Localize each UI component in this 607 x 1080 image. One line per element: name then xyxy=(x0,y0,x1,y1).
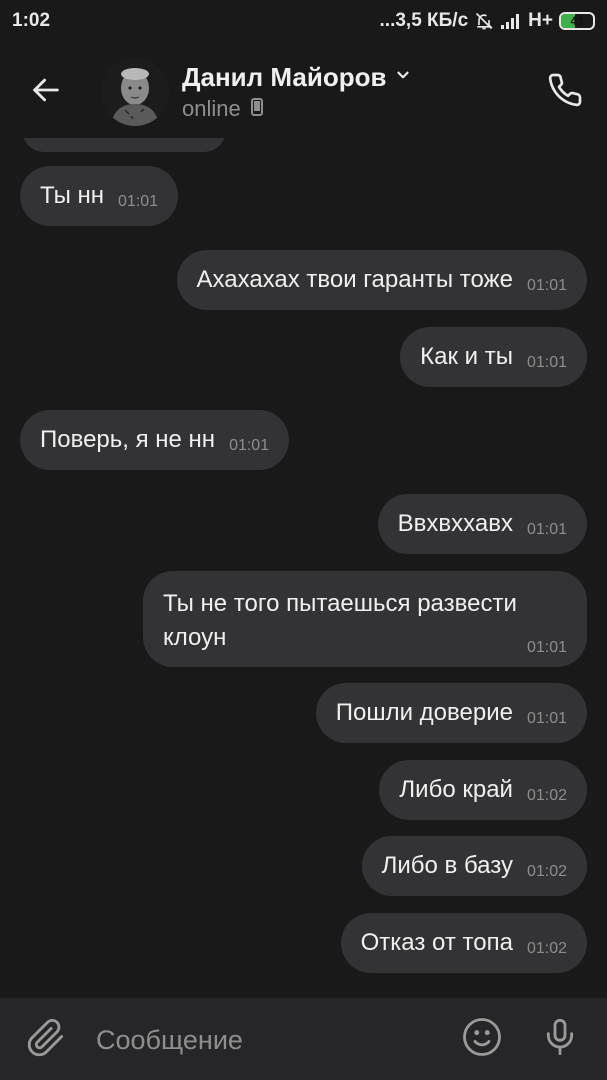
chat-header: Данил Майоров online xyxy=(0,44,607,138)
message-text: Ахахахах твои гаранты тоже xyxy=(196,266,513,293)
smiley-icon xyxy=(461,1016,503,1063)
status-indicators: ...3,5 КБ/с H+ 43 xyxy=(380,10,595,32)
status-bar: 1:02 ...3,5 КБ/с H+ 43 xyxy=(0,0,607,44)
network-type: H+ xyxy=(528,10,553,31)
microphone-icon xyxy=(540,1015,580,1064)
signal-icon xyxy=(500,12,522,30)
back-button[interactable] xyxy=(22,68,70,116)
arrow-left-icon xyxy=(29,73,63,112)
message-text: Пошли доверие xyxy=(335,699,513,726)
battery-percent: 43 xyxy=(570,14,584,28)
message-bubble-outgoing[interactable]: Ахахахах твои гаранты тоже 01:01 xyxy=(176,250,587,310)
network-speed: ...3,5 КБ/с xyxy=(379,10,469,31)
message-composer xyxy=(0,998,607,1080)
paperclip-icon xyxy=(26,1018,66,1063)
message-bubble-clipped xyxy=(22,138,226,152)
message-text: Поверь, я не нн xyxy=(40,426,216,453)
message-time: 01:01 xyxy=(526,710,567,727)
message-text: Ты нн xyxy=(40,182,105,209)
message-time: 01:02 xyxy=(526,940,567,957)
message-text: Либо в базу xyxy=(381,852,513,879)
contact-status: online xyxy=(182,96,241,121)
message-text: Ты не того пытаешься развести клоун xyxy=(163,590,517,651)
message-bubble-incoming[interactable]: Ты нн 01:01 xyxy=(20,166,179,226)
call-button[interactable] xyxy=(541,68,589,116)
message-text: Ввхвххавх xyxy=(397,510,513,537)
message-list[interactable]: Ты нн 01:01 Ахахахах твои гаранты тоже 0… xyxy=(0,138,607,1000)
contact-name: Данил Майоров xyxy=(182,62,387,92)
message-bubble-outgoing[interactable]: Ты не того пытаешься развести клоун 01:0… xyxy=(143,571,587,667)
battery-icon: 43 xyxy=(559,12,595,30)
message-time: 01:01 xyxy=(526,639,567,656)
chevron-down-icon xyxy=(394,66,412,89)
phone-icon xyxy=(547,72,583,113)
mobile-device-icon xyxy=(250,97,263,121)
message-text: Отказ от топа xyxy=(360,929,513,956)
emoji-button[interactable] xyxy=(460,1017,504,1061)
message-bubble-outgoing[interactable]: Отказ от топа 01:02 xyxy=(340,913,587,973)
message-bubble-outgoing[interactable]: Либо в базу 01:02 xyxy=(361,836,587,896)
message-time: 01:01 xyxy=(526,521,567,538)
mute-icon xyxy=(474,11,494,31)
message-time: 01:01 xyxy=(118,193,159,210)
voice-message-button[interactable] xyxy=(538,1016,582,1062)
message-input[interactable] xyxy=(96,1020,436,1060)
message-time: 01:01 xyxy=(526,354,567,371)
message-text: Как и ты xyxy=(420,343,513,370)
message-time: 01:01 xyxy=(229,437,270,454)
message-bubble-outgoing[interactable]: Как и ты 01:01 xyxy=(400,327,587,387)
attach-button[interactable] xyxy=(24,1018,68,1062)
message-time: 01:01 xyxy=(526,277,567,294)
message-bubble-incoming[interactable]: Поверь, я не нн 01:01 xyxy=(20,410,290,470)
message-time: 01:02 xyxy=(526,787,567,804)
contact-name-dropdown[interactable]: Данил Майоров xyxy=(182,62,412,93)
message-bubble-outgoing[interactable]: Пошли доверие 01:01 xyxy=(315,683,587,743)
message-text: Либо край xyxy=(399,776,513,803)
message-time: 01:02 xyxy=(526,863,567,880)
message-bubble-outgoing[interactable]: Ввхвххавх 01:01 xyxy=(377,494,587,554)
message-bubble-outgoing[interactable]: Либо край 01:02 xyxy=(379,760,587,820)
contact-status-row: online xyxy=(182,96,263,122)
status-time: 1:02 xyxy=(12,10,51,31)
avatar[interactable] xyxy=(101,58,169,126)
